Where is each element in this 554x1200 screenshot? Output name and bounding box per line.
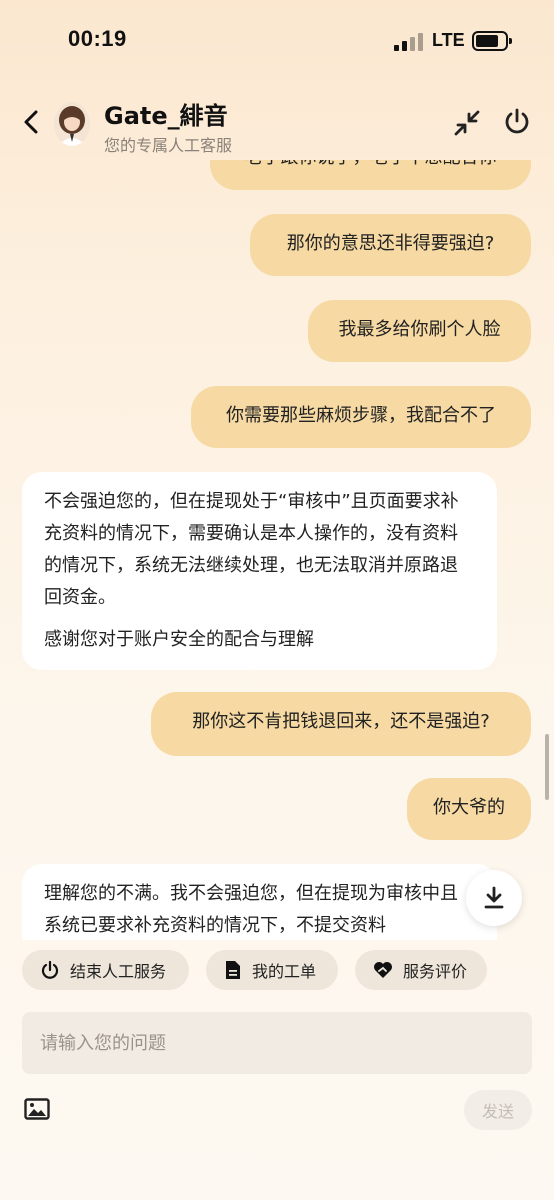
agent-message-paragraph: 感谢您对于账户安全的配合与理解 <box>44 629 314 650</box>
agent-message-paragraph: 理解您的不满。我不会强迫您，但在提现为审核中且系统已要求补充资料的情况下，不提交… <box>44 883 458 936</box>
avatar <box>54 102 90 146</box>
user-message: 那你这不肯把钱退回来，还不是强迫? <box>151 692 531 756</box>
user-message: 我最多给你刷个人脸 <box>308 300 531 362</box>
message-input[interactable] <box>22 1012 532 1074</box>
send-button[interactable]: 发送 <box>464 1090 532 1130</box>
back-arrow-icon[interactable] <box>18 106 46 138</box>
user-message: 你大爷的 <box>407 778 531 840</box>
power-icon <box>41 960 59 979</box>
scroll-down-button[interactable] <box>466 870 522 926</box>
chat-scrollbar[interactable] <box>545 734 549 800</box>
battery-icon <box>472 31 512 51</box>
document-icon <box>226 961 240 979</box>
chat-header: Gate_緋音 您的专属人工客服 <box>0 84 554 160</box>
my-tickets-label: 我的工单 <box>252 962 317 981</box>
quick-actions: 结束人工服务 我的工单 服务评价 <box>0 950 554 990</box>
status-bar: 00:19 LTE <box>0 0 554 84</box>
chat-messages: 老子跟你说了，老子不想配合你 那你的意思还非得要强迫? 我最多给你刷个人脸 你需… <box>0 160 554 940</box>
agent-name: Gate_緋音 <box>104 102 228 130</box>
download-arrow-icon <box>484 886 504 909</box>
user-message: 你需要那些麻烦步骤，我配合不了 <box>191 386 531 448</box>
user-message: 老子跟你说了，老子不想配合你 <box>210 160 531 190</box>
heart-hand-icon <box>374 962 392 978</box>
agent-message: 理解您的不满。我不会强迫您，但在提现为审核中且系统已要求补充资料的情况下，不提交… <box>22 864 497 940</box>
end-service-label: 结束人工服务 <box>70 962 167 981</box>
minimize-icon[interactable] <box>452 108 482 138</box>
service-rating-label: 服务评价 <box>403 962 468 981</box>
power-icon[interactable] <box>502 106 532 136</box>
agent-message: 不会强迫您的，但在提现处于“审核中”且页面要求补充资料的情况下，需要确认是本人操… <box>22 472 497 670</box>
status-time: 00:19 <box>68 26 127 51</box>
agent-subtitle: 您的专属人工客服 <box>104 136 233 155</box>
my-tickets-button[interactable]: 我的工单 <box>206 950 338 990</box>
network-label: LTE <box>432 30 465 50</box>
signal-icon <box>394 33 424 51</box>
service-rating-button[interactable]: 服务评价 <box>355 950 487 990</box>
user-message: 那你的意思还非得要强迫? <box>250 214 531 276</box>
agent-message-paragraph: 不会强迫您的，但在提现处于“审核中”且页面要求补充资料的情况下，需要确认是本人操… <box>44 491 459 608</box>
end-service-button[interactable]: 结束人工服务 <box>22 950 189 990</box>
image-icon[interactable] <box>24 1098 50 1120</box>
